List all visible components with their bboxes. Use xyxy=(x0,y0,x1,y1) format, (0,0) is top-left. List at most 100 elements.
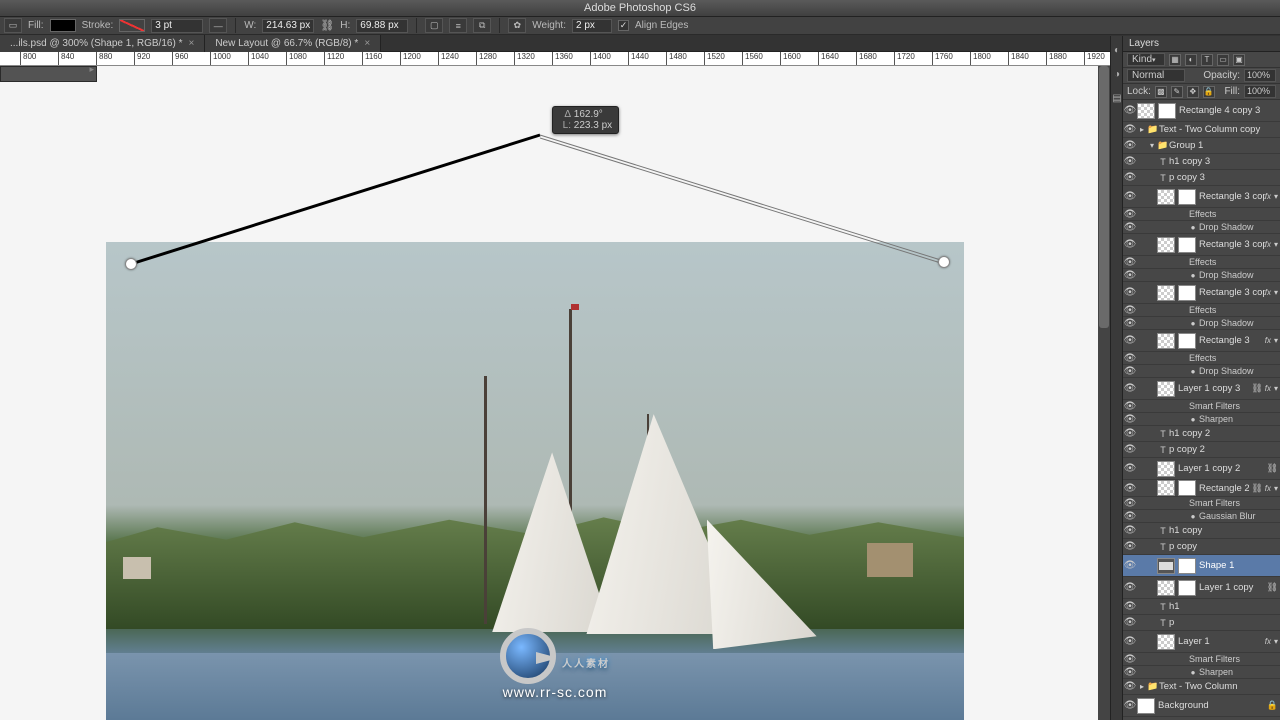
effect-row[interactable]: 👁Effects xyxy=(1123,304,1280,317)
filter-adjust-icon[interactable]: ◐ xyxy=(1185,54,1197,66)
visibility-icon[interactable]: 👁 xyxy=(1123,525,1137,536)
effect-row[interactable]: 👁Effects xyxy=(1123,352,1280,365)
visibility-icon[interactable]: 👁 xyxy=(1123,383,1137,394)
fx-badge[interactable]: fx xyxy=(1265,637,1274,646)
path-arrange-icon[interactable]: ⧉ xyxy=(473,18,491,33)
layers-list[interactable]: 👁Rectangle 4 copy 3👁▸📁Text - Two Column … xyxy=(1123,100,1280,720)
smart-filter-row[interactable]: 👁Smart Filters xyxy=(1123,400,1280,413)
visibility-icon[interactable]: 👁 xyxy=(1123,287,1137,298)
width-input[interactable] xyxy=(262,19,314,33)
lock-trans-icon[interactable]: ▩ xyxy=(1155,86,1167,98)
layer-row[interactable]: 👁Layer 1 copy 2⛓ xyxy=(1123,458,1280,480)
disclosure-icon[interactable]: ▸ xyxy=(1137,125,1147,134)
layers-tab[interactable]: Layers xyxy=(1123,36,1280,52)
close-icon[interactable]: × xyxy=(364,35,370,52)
path-anchor[interactable] xyxy=(938,256,950,268)
layer-row[interactable]: 👁Tp xyxy=(1123,615,1280,631)
mask-thumbnail[interactable] xyxy=(1178,333,1196,349)
visibility-icon[interactable]: 👁 xyxy=(1123,172,1137,183)
mask-thumbnail[interactable] xyxy=(1158,103,1176,119)
layer-row[interactable]: 👁Rectangle 2⛓fx▾ xyxy=(1123,480,1280,497)
layer-row[interactable]: 👁▸📁Text - Two Column xyxy=(1123,679,1280,695)
layer-row[interactable]: 👁Background🔒 xyxy=(1123,695,1280,717)
layer-name[interactable]: Layer 1 copy 2 xyxy=(1178,463,1265,474)
layer-row[interactable]: 👁Th1 xyxy=(1123,599,1280,615)
layer-name[interactable]: Background xyxy=(1158,700,1265,711)
layer-thumbnail[interactable] xyxy=(1157,461,1175,477)
layer-row[interactable]: 👁Rectangle 3 copy 2fx▾ xyxy=(1123,234,1280,256)
visibility-icon[interactable]: 👁 xyxy=(1123,601,1137,612)
document-tab[interactable]: ...ils.psd @ 300% (Shape 1, RGB/16) *× xyxy=(0,35,205,52)
layer-row[interactable]: 👁Tp copy 3 xyxy=(1123,170,1280,186)
path-ops-icon[interactable]: ▢ xyxy=(425,18,443,33)
layer-name[interactable]: Group 1 xyxy=(1169,140,1280,151)
smart-filter-row[interactable]: 👁●Sharpen xyxy=(1123,413,1280,426)
layer-name[interactable]: p copy xyxy=(1169,541,1280,552)
fx-badge[interactable]: fx xyxy=(1265,384,1274,393)
layer-thumbnail[interactable] xyxy=(1157,480,1175,496)
layer-row[interactable]: 👁Rectangle 3 copy 2fx▾ xyxy=(1123,186,1280,208)
layer-row[interactable]: 👁Layer 1 copy 3⛓fx▾ xyxy=(1123,378,1280,400)
layer-name[interactable]: Rectangle 3 xyxy=(1199,335,1265,346)
mask-thumbnail[interactable] xyxy=(1178,189,1196,205)
layer-thumbnail[interactable] xyxy=(1157,237,1175,253)
visibility-icon[interactable]: 👁 xyxy=(1123,335,1137,346)
layer-name[interactable]: Layer 1 xyxy=(1178,636,1265,647)
effect-row[interactable]: 👁●Drop Shadow xyxy=(1123,317,1280,330)
path-anchor[interactable] xyxy=(125,258,137,270)
visibility-icon[interactable]: 👁 xyxy=(1123,239,1137,250)
filter-pixel-icon[interactable]: ▦ xyxy=(1169,54,1181,66)
layer-thumbnail[interactable] xyxy=(1157,558,1175,574)
layer-row[interactable]: 👁Th1 copy 2 xyxy=(1123,426,1280,442)
horizontal-ruler[interactable]: 7608008408809209601000104010801120116012… xyxy=(0,52,1110,66)
layer-name[interactable]: h1 copy xyxy=(1169,525,1280,536)
layer-row[interactable]: 👁▾📁Group 1 xyxy=(1123,138,1280,154)
visibility-icon[interactable]: 👁 xyxy=(1123,681,1137,692)
lock-pos-icon[interactable]: ✥ xyxy=(1187,86,1199,98)
layer-row[interactable]: 👁Rectangle 4 copy 3 xyxy=(1123,100,1280,122)
fx-badge[interactable]: fx xyxy=(1265,192,1274,201)
effect-row[interactable]: 👁Effects xyxy=(1123,208,1280,221)
layer-name[interactable]: Text - Two Column xyxy=(1159,681,1280,692)
close-icon[interactable]: × xyxy=(188,35,194,52)
layer-row[interactable]: 👁Th1 copy xyxy=(1123,523,1280,539)
visibility-icon[interactable]: 👁 xyxy=(1123,582,1137,593)
layer-name[interactable]: p copy 3 xyxy=(1169,172,1280,183)
layer-name[interactable]: Shape 1 xyxy=(1199,560,1280,571)
layer-row[interactable]: 👁▸📁Text - Two Column copy xyxy=(1123,122,1280,138)
opacity-input[interactable]: 100% xyxy=(1244,69,1276,82)
layer-row[interactable]: 👁Rectangle 3 copyfx▾ xyxy=(1123,282,1280,304)
layer-row[interactable]: 👁Layer 1fx▾ xyxy=(1123,631,1280,653)
visibility-icon[interactable]: 👁 xyxy=(1123,617,1137,628)
layer-name[interactable]: Rectangle 2 xyxy=(1199,483,1249,494)
align-edges-checkbox[interactable]: ✓ xyxy=(618,20,629,31)
blend-mode-select[interactable]: Normal xyxy=(1127,69,1185,82)
layer-name[interactable]: Rectangle 3 copy 2 xyxy=(1199,191,1265,202)
layer-row[interactable]: 👁Rectangle 3fx▾ xyxy=(1123,330,1280,352)
layer-thumbnail[interactable] xyxy=(1137,103,1155,119)
floating-panel[interactable]: ▸ xyxy=(0,66,97,82)
fx-badge[interactable]: fx xyxy=(1265,336,1274,345)
smart-filter-row[interactable]: 👁●Sharpen xyxy=(1123,666,1280,679)
filter-type-icon[interactable]: T xyxy=(1201,54,1213,66)
effect-row[interactable]: 👁●Drop Shadow xyxy=(1123,221,1280,234)
disclosure-icon[interactable]: ▾ xyxy=(1147,141,1157,150)
stroke-width-input[interactable] xyxy=(151,19,203,33)
layer-name[interactable]: h1 xyxy=(1169,601,1280,612)
layer-row[interactable]: 👁Layer 1 copy⛓ xyxy=(1123,577,1280,599)
layer-name[interactable]: Rectangle 4 copy 3 xyxy=(1179,105,1280,116)
layer-row[interactable]: 👁Th1 copy 3 xyxy=(1123,154,1280,170)
mask-thumbnail[interactable] xyxy=(1178,558,1196,574)
gear-icon[interactable]: ✿ xyxy=(508,18,526,33)
effect-row[interactable]: 👁●Drop Shadow xyxy=(1123,269,1280,282)
layer-name[interactable]: Layer 1 copy 3 xyxy=(1178,383,1249,394)
layer-thumbnail[interactable] xyxy=(1157,285,1175,301)
layer-name[interactable]: Text - Two Column copy xyxy=(1159,124,1280,135)
visibility-icon[interactable]: 👁 xyxy=(1123,191,1137,202)
layer-name[interactable]: h1 copy 3 xyxy=(1169,156,1280,167)
visibility-icon[interactable]: 👁 xyxy=(1123,124,1137,135)
fx-badge[interactable]: fx xyxy=(1265,484,1274,493)
path-align-icon[interactable]: ≡ xyxy=(449,18,467,33)
visibility-icon[interactable]: 👁 xyxy=(1123,636,1137,647)
layer-name[interactable]: p xyxy=(1169,617,1280,628)
